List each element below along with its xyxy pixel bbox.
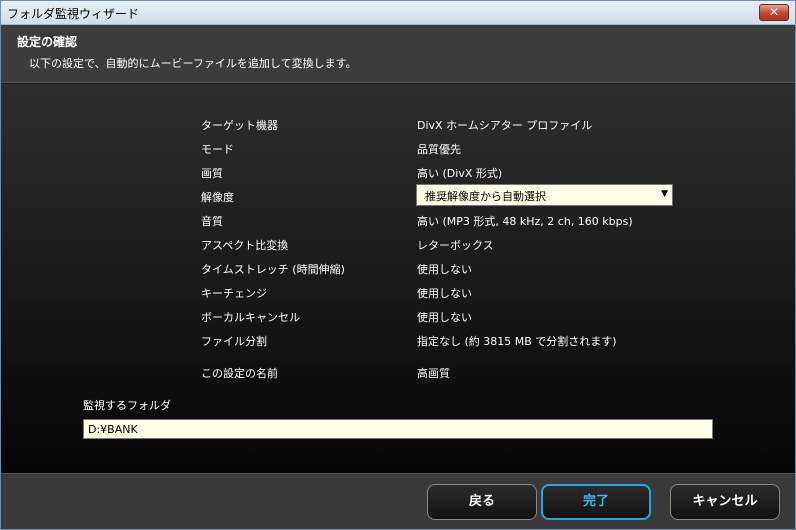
setting-value-vocal-cancel: 使用しない	[417, 311, 472, 324]
wizard-window: フォルダ監視ウィザード ✕ 設定の確認 以下の設定で、自動的にムービーファイルを…	[0, 0, 796, 530]
settings-panel: ターゲット機器 DivX ホームシアター プロファイル モード 品質優先 画質 …	[1, 84, 795, 473]
setting-label-preset-name: この設定の名前	[201, 367, 278, 380]
close-icon: ✕	[768, 5, 780, 19]
setting-value-video-quality: 高い (DivX 形式)	[417, 167, 503, 180]
setting-label-resolution: 解像度	[201, 191, 234, 204]
page-title: 設定の確認	[17, 35, 78, 49]
window-title: フォルダ監視ウィザード	[7, 7, 140, 21]
setting-label-video-quality: 画質	[201, 167, 223, 180]
back-button[interactable]: 戻る	[427, 484, 537, 520]
wizard-header: 設定の確認 以下の設定で、自動的にムービーファイルを追加して変換します。	[1, 25, 795, 83]
title-bar: フォルダ監視ウィザード ✕	[1, 1, 795, 25]
wizard-footer: 戻る 完了 キャンセル	[1, 473, 795, 529]
close-button[interactable]: ✕	[759, 4, 789, 21]
setting-label-time-stretch: タイムストレッチ (時間伸縮)	[201, 263, 345, 276]
setting-value-key-change: 使用しない	[417, 287, 472, 300]
resolution-dropdown[interactable]: 推奨解像度から自動選択 ▼	[416, 184, 673, 206]
resolution-selected-value: 推奨解像度から自動選択	[425, 190, 546, 203]
setting-label-audio-quality: 音質	[201, 215, 223, 228]
watch-folder-label: 監視するフォルダ	[83, 399, 171, 412]
setting-label-file-split: ファイル分割	[201, 335, 267, 348]
setting-label-key-change: キーチェンジ	[201, 287, 267, 300]
page-description: 以下の設定で、自動的にムービーファイルを追加して変換します。	[29, 57, 357, 70]
watch-folder-input[interactable]	[83, 419, 713, 439]
setting-value-file-split: 指定なし (約 3815 MB で分割されます)	[417, 335, 617, 348]
setting-value-mode: 品質優先	[417, 143, 461, 156]
chevron-down-icon: ▼	[661, 189, 668, 199]
cancel-button[interactable]: キャンセル	[670, 484, 780, 520]
setting-label-vocal-cancel: ボーカルキャンセル	[201, 311, 300, 324]
setting-value-audio-quality: 高い (MP3 形式, 48 kHz, 2 ch, 160 kbps)	[417, 215, 633, 228]
setting-label-mode: モード	[201, 143, 234, 156]
setting-value-target-device: DivX ホームシアター プロファイル	[417, 119, 593, 132]
setting-label-target-device: ターゲット機器	[201, 119, 278, 132]
setting-value-aspect-ratio: レターボックス	[417, 239, 494, 252]
finish-button[interactable]: 完了	[541, 484, 651, 520]
setting-label-aspect-ratio: アスペクト比変換	[201, 239, 289, 252]
setting-value-time-stretch: 使用しない	[417, 263, 472, 276]
setting-value-preset-name: 高画質	[417, 367, 450, 380]
